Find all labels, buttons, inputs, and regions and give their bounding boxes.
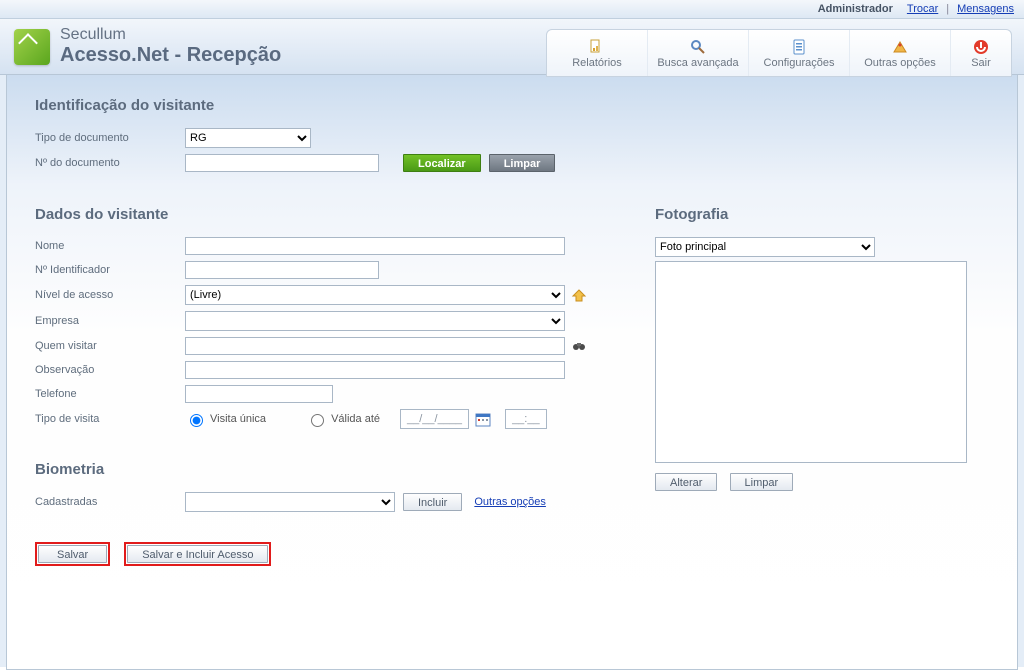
visit-type-label: Tipo de visita [35,413,185,425]
save-highlight: Salvar [35,542,110,566]
top-bar: Administrador Trocar | Mensagens [0,0,1024,19]
bio-registered-select[interactable] [185,492,395,512]
doc-num-label: Nº do documento [35,157,185,169]
clear-button[interactable]: Limpar [489,154,556,172]
level-label: Nível de acesso [35,289,185,301]
doc-type-label: Tipo de documento [35,132,185,144]
find-button[interactable]: Localizar [403,154,481,172]
whom-label: Quem visitar [35,340,185,352]
brand-line1: Secullum [60,26,281,44]
search-icon [689,38,707,56]
save-include-highlight: Salvar e Incluir Acesso [124,542,271,566]
company-select[interactable] [185,311,565,331]
visit-single-radio-input[interactable] [190,414,203,427]
tab-other-label: Outras opções [864,57,936,69]
visit-single-radio[interactable]: Visita única [185,411,266,427]
reports-icon [588,38,606,56]
section-visitor-title: Dados do visitante [35,206,595,223]
exit-icon [972,38,990,56]
calendar-icon[interactable] [475,411,491,427]
name-label: Nome [35,240,185,252]
photo-select[interactable]: Foto principal [655,237,875,257]
save-button[interactable]: Salvar [38,545,107,563]
doc-type-select[interactable]: RG [185,128,311,148]
tab-exit[interactable]: Sair [950,30,1011,76]
main-tabs: Relatórios Busca avançada Configurações … [546,29,1012,77]
visit-until-radio[interactable]: Válida até [306,411,380,427]
tab-config-label: Configurações [764,57,835,69]
photo-preview [655,261,967,463]
doc-num-input[interactable] [185,154,379,172]
other-icon [891,38,909,56]
phone-input[interactable] [185,385,333,403]
section-ident-title: Identificação do visitante [35,97,989,114]
level-lookup-icon[interactable] [571,287,587,303]
photo-alter-button[interactable]: Alterar [655,473,717,491]
product-logo-icon [14,29,50,65]
id-label: Nº Identificador [35,264,185,276]
tab-reports[interactable]: Relatórios [547,30,647,76]
bio-include-button[interactable]: Incluir [403,493,462,511]
config-icon [790,38,808,56]
bio-other-link[interactable]: Outras opções [474,496,546,508]
name-input[interactable] [185,237,565,255]
bio-registered-label: Cadastradas [35,496,185,508]
tab-search-label: Busca avançada [657,57,738,69]
id-input[interactable] [185,261,379,279]
brand: Secullum Acesso.Net - Recepção [60,26,281,67]
valid-until-date[interactable]: __/__/____ [400,409,469,429]
photo-clear-button[interactable]: Limpar [730,473,794,491]
change-user-link[interactable]: Trocar [907,3,938,15]
page-body: Identificação do visitante Tipo de docum… [6,75,1018,670]
obs-input[interactable] [185,361,565,379]
phone-label: Telefone [35,388,185,400]
separator: | [946,3,949,15]
whom-input[interactable] [185,337,565,355]
brand-line2: Acesso.Net - Recepção [60,44,281,67]
visit-until-radio-input[interactable] [311,414,324,427]
company-label: Empresa [35,315,185,327]
section-photo-title: Fotografia [655,206,975,223]
section-bio-title: Biometria [35,461,595,478]
current-user: Administrador [818,3,893,15]
tab-config[interactable]: Configurações [748,30,849,76]
tab-other[interactable]: Outras opções [849,30,950,76]
tab-exit-label: Sair [971,57,991,69]
tab-search[interactable]: Busca avançada [647,30,748,76]
level-select[interactable]: (Livre) [185,285,565,305]
binoculars-icon[interactable] [571,338,587,354]
tab-reports-label: Relatórios [572,57,622,69]
header: Secullum Acesso.Net - Recepção Relatório… [0,19,1024,75]
save-include-button[interactable]: Salvar e Incluir Acesso [127,545,268,563]
messages-link[interactable]: Mensagens [957,3,1014,15]
valid-until-time[interactable]: __:__ [505,409,547,429]
obs-label: Observação [35,364,185,376]
